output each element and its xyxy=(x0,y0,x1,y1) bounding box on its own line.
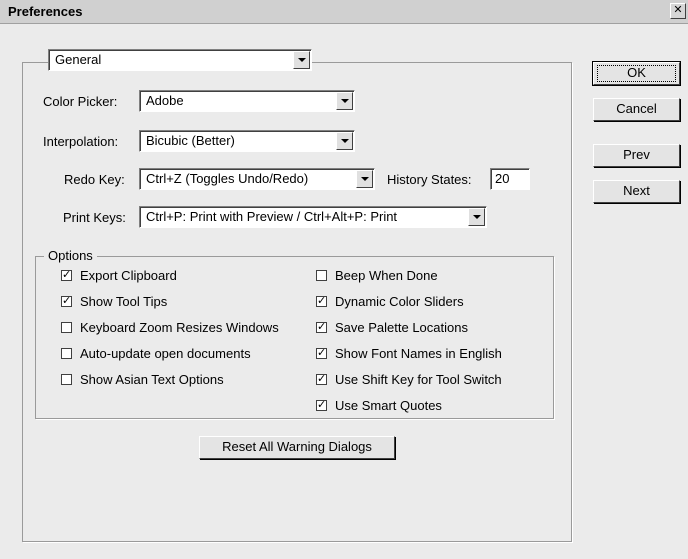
interpolation-select[interactable]: Bicubic (Better) xyxy=(139,130,355,152)
close-icon: ✕ xyxy=(673,4,683,16)
chevron-down-icon[interactable] xyxy=(336,132,353,150)
color-picker-label: Color Picker: xyxy=(43,94,118,109)
redo-key-value: Ctrl+Z (Toggles Undo/Redo) xyxy=(146,171,309,186)
checkbox-checked-icon[interactable]: ✓ xyxy=(61,270,72,281)
chevron-down-icon[interactable] xyxy=(468,208,485,226)
title-bar: Preferences ✕ xyxy=(0,0,688,24)
prev-button[interactable]: Prev xyxy=(593,144,680,167)
checkbox-unchecked-icon[interactable] xyxy=(61,348,72,359)
window-title: Preferences xyxy=(8,4,83,19)
reset-all-warning-dialogs-button[interactable]: Reset All Warning Dialogs xyxy=(199,436,395,459)
ok-button[interactable]: OK xyxy=(592,61,681,86)
cancel-button[interactable]: Cancel xyxy=(593,98,680,121)
interpolation-label: Interpolation: xyxy=(43,134,119,149)
checkbox-checked-icon[interactable]: ✓ xyxy=(316,322,327,333)
checkbox-unchecked-icon[interactable] xyxy=(61,374,72,385)
checkbox-label: Auto-update open documents xyxy=(80,346,251,361)
checkbox-label: Dynamic Color Sliders xyxy=(335,294,464,309)
chevron-down-icon[interactable] xyxy=(356,170,373,188)
panel-select[interactable]: General xyxy=(48,49,312,71)
checkbox-label: Beep When Done xyxy=(335,268,438,283)
checkbox-label: Show Font Names in English xyxy=(335,346,502,361)
options-legend: Options xyxy=(44,248,97,264)
interpolation-value: Bicubic (Better) xyxy=(146,133,235,148)
redo-key-select[interactable]: Ctrl+Z (Toggles Undo/Redo) xyxy=(139,168,375,190)
checkbox-label: Use Smart Quotes xyxy=(335,398,442,413)
redo-key-label: Redo Key: xyxy=(64,172,125,187)
checkbox-checked-icon[interactable]: ✓ xyxy=(316,374,327,385)
chevron-down-icon[interactable] xyxy=(336,92,353,110)
checkbox-label: Export Clipboard xyxy=(80,268,177,283)
color-picker-select[interactable]: Adobe xyxy=(139,90,355,112)
checkbox-unchecked-icon[interactable] xyxy=(61,322,72,333)
history-states-label: History States: xyxy=(387,172,472,187)
checkbox-label: Show Asian Text Options xyxy=(80,372,224,387)
checkbox-label: Save Palette Locations xyxy=(335,320,468,335)
checkbox-checked-icon[interactable]: ✓ xyxy=(61,296,72,307)
focus-ring xyxy=(597,65,676,82)
checkbox-label: Use Shift Key for Tool Switch xyxy=(335,372,502,387)
panel-select-value: General xyxy=(55,52,102,67)
checkbox-checked-icon[interactable]: ✓ xyxy=(316,400,327,411)
checkbox-label: Show Tool Tips xyxy=(80,294,168,309)
checkbox-unchecked-icon[interactable] xyxy=(316,270,327,281)
history-states-input[interactable]: 20 xyxy=(490,168,530,190)
next-button[interactable]: Next xyxy=(593,180,680,203)
chevron-down-icon[interactable] xyxy=(293,51,310,69)
checkbox-checked-icon[interactable]: ✓ xyxy=(316,348,327,359)
checkbox-label: Keyboard Zoom Resizes Windows xyxy=(80,320,279,335)
color-picker-value: Adobe xyxy=(146,93,184,108)
print-keys-label: Print Keys: xyxy=(63,210,126,225)
print-keys-value: Ctrl+P: Print with Preview / Ctrl+Alt+P:… xyxy=(146,209,398,224)
print-keys-select[interactable]: Ctrl+P: Print with Preview / Ctrl+Alt+P:… xyxy=(139,206,487,228)
checkbox-checked-icon[interactable]: ✓ xyxy=(316,296,327,307)
close-button[interactable]: ✕ xyxy=(670,3,686,19)
preferences-dialog: Preferences ✕ General Color Picker: Adob… xyxy=(0,0,688,559)
